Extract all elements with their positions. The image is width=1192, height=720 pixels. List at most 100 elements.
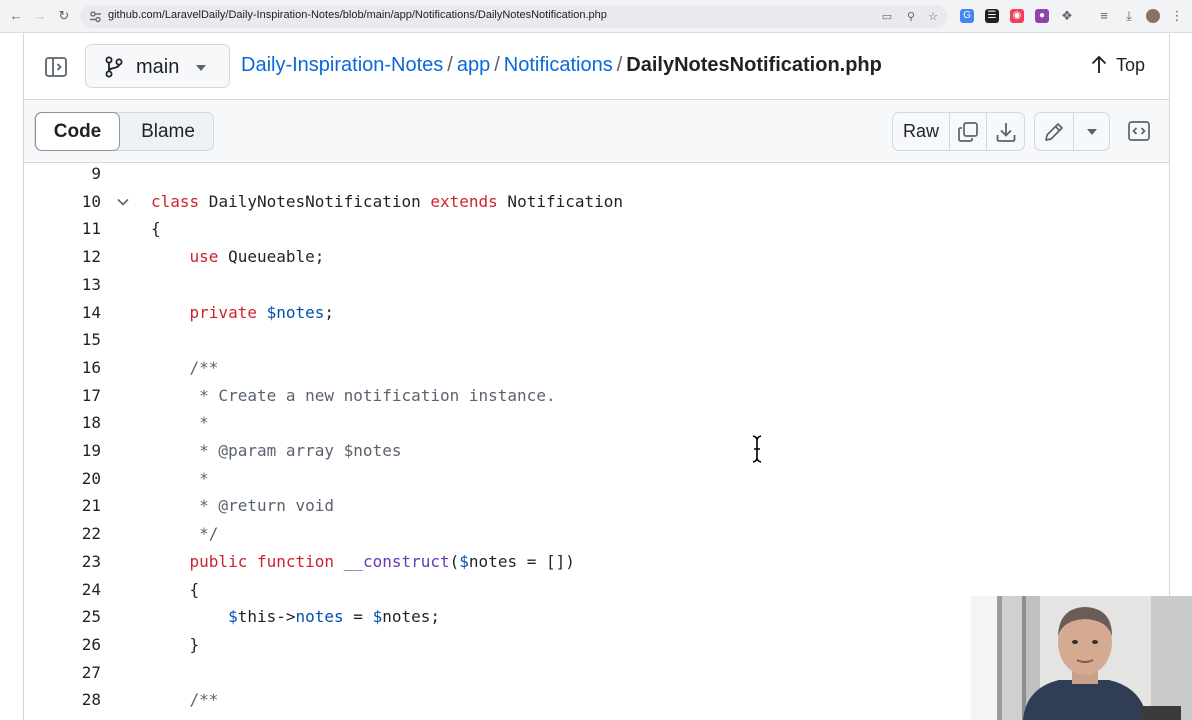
- code-line: 21 * @return void: [24, 492, 1169, 519]
- edit-group: [1034, 112, 1110, 151]
- line-number[interactable]: 19: [24, 437, 101, 464]
- zoom-icon[interactable]: ⚲: [904, 10, 918, 24]
- edit-file-button[interactable]: [1035, 113, 1074, 150]
- code-token: * @return void: [151, 496, 335, 516]
- code-line: 12 use Queueable;: [24, 243, 1169, 270]
- code-token: /**: [151, 357, 219, 377]
- line-number[interactable]: 9: [24, 160, 101, 187]
- pencil-icon: [1045, 122, 1063, 141]
- webcam-overlay: [971, 596, 1192, 720]
- download-icon: [996, 122, 1015, 142]
- code-line: 19 * @param array $notes: [24, 437, 1169, 464]
- layers-extension-icon[interactable]: ☰: [985, 9, 999, 23]
- code-text: * @return void: [151, 492, 334, 519]
- breadcrumb-separator: /: [447, 54, 453, 76]
- top-button[interactable]: Top: [1090, 54, 1145, 80]
- tab-code[interactable]: Code: [35, 112, 120, 151]
- tab-blame[interactable]: Blame: [123, 113, 213, 150]
- view-segmented-control: Code Blame: [34, 112, 214, 151]
- fold-chevron-icon[interactable]: [117, 196, 129, 208]
- breadcrumb: Daily-Inspiration-Notes / app / Notification…: [241, 54, 882, 77]
- branch-selector-button[interactable]: main: [85, 44, 230, 88]
- caret-down-icon: [196, 65, 206, 71]
- line-number[interactable]: 17: [24, 382, 101, 409]
- raw-button[interactable]: Raw: [893, 113, 950, 150]
- code-token: */: [151, 524, 219, 544]
- line-number[interactable]: 10: [24, 188, 101, 215]
- code-line: 22 */: [24, 520, 1169, 547]
- symbols-panel-icon[interactable]: [1127, 119, 1151, 143]
- sidebar-toggle-icon[interactable]: [44, 55, 68, 79]
- code-token: notes = []): [468, 551, 575, 571]
- reload-icon[interactable]: ↻: [56, 8, 72, 24]
- line-number[interactable]: 11: [24, 215, 101, 242]
- line-number[interactable]: 18: [24, 409, 101, 436]
- line-number[interactable]: 23: [24, 548, 101, 575]
- line-number[interactable]: 25: [24, 603, 101, 630]
- code-line: 17 * Create a new notification instance.: [24, 382, 1169, 409]
- git-branch-icon: [105, 56, 123, 78]
- back-icon[interactable]: ←: [8, 8, 24, 24]
- bookmark-star-icon[interactable]: ☆: [926, 10, 940, 24]
- url-text[interactable]: github.com/LaravelDaily/Daily-Inspiratio…: [108, 9, 607, 21]
- code-token: *: [151, 468, 209, 488]
- extension-icon[interactable]: G: [960, 9, 974, 23]
- line-number[interactable]: 22: [24, 520, 101, 547]
- file-toolbar: Code Blame Raw: [24, 100, 1169, 163]
- breadcrumb-notifications-link[interactable]: Notifications: [504, 54, 613, 76]
- reading-list-icon[interactable]: ≡: [1097, 9, 1111, 23]
- site-info-icon[interactable]: [89, 10, 102, 23]
- edit-options-button[interactable]: [1074, 113, 1109, 150]
- extensions-puzzle-icon[interactable]: ❖: [1060, 9, 1074, 23]
- code-token: extends: [430, 191, 498, 211]
- code-text: class DailyNotesNotification extends Not…: [151, 188, 623, 215]
- code-text: use Queueable;: [151, 243, 325, 270]
- extension-badge-icon[interactable]: ●: [1035, 9, 1049, 23]
- menu-kebab-icon[interactable]: ⋮: [1170, 9, 1184, 23]
- install-app-icon[interactable]: ▭: [880, 10, 894, 24]
- presenter-video: [971, 596, 1192, 720]
- browser-toolbar: ← → ↻ github.com/LaravelDaily/Daily-Insp…: [0, 0, 1192, 33]
- line-number[interactable]: 26: [24, 631, 101, 658]
- code-text: * Create a new notification instance.: [151, 382, 555, 409]
- code-line: 18 *: [24, 409, 1169, 436]
- text-cursor-icon: [752, 435, 762, 463]
- code-line: 11 {: [24, 215, 1169, 242]
- caret-down-icon: [1086, 128, 1097, 135]
- line-number[interactable]: 24: [24, 576, 101, 603]
- download-raw-button[interactable]: [987, 113, 1024, 150]
- line-number[interactable]: 20: [24, 465, 101, 492]
- breadcrumb-repo-link[interactable]: Daily-Inspiration-Notes: [241, 54, 443, 76]
- line-number[interactable]: 16: [24, 354, 101, 381]
- profile-avatar[interactable]: [1146, 9, 1160, 23]
- code-token: $: [459, 551, 469, 571]
- line-number[interactable]: 13: [24, 271, 101, 298]
- copy-raw-button[interactable]: [950, 113, 987, 150]
- code-text: */: [151, 520, 218, 547]
- code-token: ;: [324, 302, 335, 322]
- code-token: notes;: [382, 607, 441, 627]
- line-number[interactable]: 28: [24, 686, 101, 713]
- code-line: 15: [24, 326, 1169, 353]
- code-token: (: [449, 551, 460, 571]
- line-number[interactable]: 15: [24, 326, 101, 353]
- address-bar[interactable]: github.com/LaravelDaily/Daily-Inspiratio…: [80, 5, 948, 28]
- code-line: 9: [24, 160, 1169, 187]
- code-token: public: [189, 551, 248, 571]
- breadcrumb-app-link[interactable]: app: [457, 54, 490, 76]
- pocket-icon[interactable]: ◉: [1010, 9, 1024, 23]
- line-number[interactable]: 12: [24, 243, 101, 270]
- forward-icon[interactable]: →: [32, 8, 48, 24]
- line-number[interactable]: 14: [24, 299, 101, 326]
- code-token: this->: [237, 607, 296, 627]
- copy-icon: [958, 121, 978, 142]
- code-text: {: [151, 215, 161, 242]
- code-line: 10 class DailyNotesNotification extends N…: [24, 188, 1169, 215]
- line-number[interactable]: 21: [24, 492, 101, 519]
- downloads-icon[interactable]: ⤓: [1122, 9, 1136, 23]
- line-number[interactable]: 27: [24, 659, 101, 686]
